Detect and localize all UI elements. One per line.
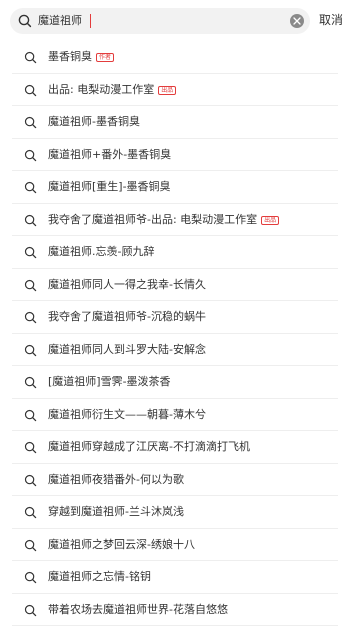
suggestion-item[interactable]: 带着农场去魔道祖师世界-花落自悠悠	[0, 594, 350, 626]
suggestion-item[interactable]: 魔道祖师衍生文——朝暮-薄木兮	[0, 399, 350, 432]
search-icon	[24, 149, 37, 162]
suggestion-badge: 出品	[261, 216, 279, 225]
suggestion-badge: 作者	[96, 53, 114, 62]
cancel-button[interactable]: 取消	[319, 12, 343, 28]
search-icon	[17, 13, 33, 29]
suggestion-item[interactable]: 魔道祖师之忘情-铭钥	[0, 561, 350, 594]
suggestion-text: 魔道祖师穿越成了江厌离-不打滴滴打飞机	[48, 440, 250, 453]
suggestion-label: 魔道祖师-墨香铜臭	[48, 106, 140, 138]
suggestion-text: 魔道祖师同人到斗罗大陆-安解念	[48, 343, 206, 356]
suggestion-label: 魔道祖师之梦回云深-绣娘十八	[48, 529, 195, 561]
suggestion-text: 魔道祖师之梦回云深-绣娘十八	[48, 538, 195, 551]
suggestion-text: 墨香铜臭	[48, 50, 92, 63]
suggestion-badge: 出品	[158, 86, 176, 95]
search-icon	[24, 441, 37, 454]
suggestion-label: 穿越到魔道祖师-兰斗沐岚浅	[48, 496, 184, 528]
text-cursor	[90, 14, 91, 28]
suggestion-text: 我夺舍了魔道祖师爷-出品: 电梨动漫工作室	[48, 213, 257, 226]
suggestion-label: 魔道祖师之忘情-铭钥	[48, 561, 151, 593]
search-icon	[24, 181, 37, 194]
search-icon	[24, 409, 37, 422]
suggestion-text: 魔道祖师[重生]-墨香铜臭	[48, 180, 171, 193]
suggestion-text: 魔道祖师之忘情-铭钥	[48, 570, 151, 583]
search-icon	[24, 571, 37, 584]
suggestion-text: 我夺舍了魔道祖师爷-沉稳的蜗牛	[48, 310, 206, 323]
suggestion-label: 魔道祖师同人到斗罗大陆-安解念	[48, 334, 206, 366]
suggestion-label: 带着农场去魔道祖师世界-花落自悠悠	[48, 594, 228, 626]
suggestion-text: [魔道祖师]雪霁-墨泼茶香	[48, 375, 171, 388]
search-icon	[24, 246, 37, 259]
suggestion-label: 出品: 电梨动漫工作室出品	[48, 74, 176, 106]
suggestion-text: 带着农场去魔道祖师世界-花落自悠悠	[48, 603, 228, 616]
search-icon	[24, 84, 37, 97]
suggestion-item[interactable]: 魔道祖师同人到斗罗大陆-安解念	[0, 334, 350, 367]
suggestion-item[interactable]: 魔道祖师穿越成了江厌离-不打滴滴打飞机	[0, 431, 350, 464]
search-icon	[24, 344, 37, 357]
suggestion-text: 魔道祖师同人一得之我幸-长情久	[48, 278, 206, 291]
suggestion-label: 魔道祖师+番外-墨香铜臭	[48, 139, 171, 171]
suggestion-label: 魔道祖师穿越成了江厌离-不打滴滴打飞机	[48, 431, 250, 463]
suggestion-item[interactable]: 魔道祖师之梦回云深-绣娘十八	[0, 529, 350, 562]
suggestion-item[interactable]: 魔道祖师+番外-墨香铜臭	[0, 139, 350, 172]
search-input[interactable]	[38, 8, 288, 34]
search-icon	[24, 214, 37, 227]
suggestion-label: 魔道祖师.忘羡-顾九辞	[48, 236, 154, 268]
search-icon	[24, 51, 37, 64]
search-icon	[24, 376, 37, 389]
suggestion-text: 穿越到魔道祖师-兰斗沐岚浅	[48, 505, 184, 518]
suggestion-text: 魔道祖师夜猎番外-何以为歌	[48, 473, 184, 486]
suggestion-list: 墨香铜臭作者出品: 电梨动漫工作室出品魔道祖师-墨香铜臭魔道祖师+番外-墨香铜臭…	[0, 41, 350, 626]
suggestion-label: [魔道祖师]雪霁-墨泼茶香	[48, 366, 171, 398]
suggestion-item[interactable]: [魔道祖师]雪霁-墨泼茶香	[0, 366, 350, 399]
suggestion-label: 魔道祖师夜猎番外-何以为歌	[48, 464, 184, 496]
search-icon	[24, 311, 37, 324]
suggestion-label: 魔道祖师[重生]-墨香铜臭	[48, 171, 171, 203]
search-icon	[24, 604, 37, 617]
suggestion-text: 出品: 电梨动漫工作室	[48, 83, 154, 96]
suggestion-item[interactable]: 我夺舍了魔道祖师爷-沉稳的蜗牛	[0, 301, 350, 334]
suggestion-text: 魔道祖师+番外-墨香铜臭	[48, 148, 171, 161]
suggestion-item[interactable]: 魔道祖师.忘羡-顾九辞	[0, 236, 350, 269]
suggestion-label: 魔道祖师衍生文——朝暮-薄木兮	[48, 399, 206, 431]
suggestion-text: 魔道祖师-墨香铜臭	[48, 115, 140, 128]
suggestion-text: 魔道祖师衍生文——朝暮-薄木兮	[48, 408, 206, 421]
suggestion-label: 魔道祖师同人一得之我幸-长情久	[48, 269, 206, 301]
search-box[interactable]	[10, 8, 310, 34]
suggestion-label: 我夺舍了魔道祖师爷-出品: 电梨动漫工作室出品	[48, 204, 279, 236]
suggestion-item[interactable]: 穿越到魔道祖师-兰斗沐岚浅	[0, 496, 350, 529]
suggestion-item[interactable]: 出品: 电梨动漫工作室出品	[0, 74, 350, 107]
suggestion-item[interactable]: 墨香铜臭作者	[0, 41, 350, 74]
suggestion-item[interactable]: 魔道祖师[重生]-墨香铜臭	[0, 171, 350, 204]
suggestion-item[interactable]: 魔道祖师同人一得之我幸-长情久	[0, 269, 350, 302]
suggestion-label: 墨香铜臭作者	[48, 41, 114, 73]
search-bar: 取消	[0, 0, 350, 40]
suggestion-item[interactable]: 魔道祖师-墨香铜臭	[0, 106, 350, 139]
suggestion-text: 魔道祖师.忘羡-顾九辞	[48, 245, 154, 258]
search-icon	[24, 539, 37, 552]
search-icon	[24, 474, 37, 487]
suggestion-item[interactable]: 魔道祖师夜猎番外-何以为歌	[0, 464, 350, 497]
suggestion-label: 我夺舍了魔道祖师爷-沉稳的蜗牛	[48, 301, 206, 333]
search-icon	[24, 279, 37, 292]
search-icon	[24, 506, 37, 519]
clear-icon[interactable]	[290, 14, 304, 28]
suggestion-item[interactable]: 我夺舍了魔道祖师爷-出品: 电梨动漫工作室出品	[0, 204, 350, 237]
search-icon	[24, 116, 37, 129]
